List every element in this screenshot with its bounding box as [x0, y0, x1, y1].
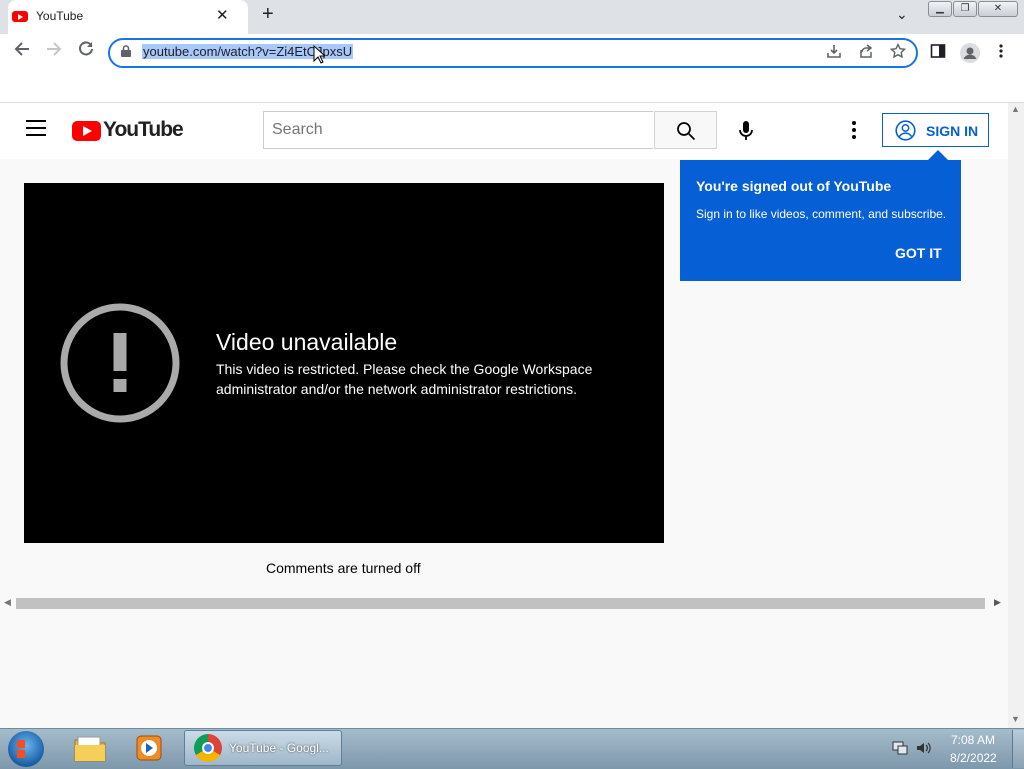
profile-icon[interactable]: [960, 43, 980, 67]
bookmark-bar: [0, 70, 1024, 103]
microphone-icon: [739, 121, 753, 140]
chrome-icon: [194, 734, 222, 762]
got-it-button[interactable]: GOT IT: [895, 245, 942, 261]
close-window-button[interactable]: ✕: [978, 1, 1018, 17]
taskbar-chrome-button[interactable]: YouTube - Googl...: [184, 730, 342, 766]
bookmark-star-icon[interactable]: [889, 42, 907, 63]
menu-dots-icon[interactable]: [998, 43, 1004, 63]
tab-title: YouTube: [36, 9, 84, 23]
comments-status: Comments are turned off: [266, 560, 421, 576]
search-input[interactable]: [270, 112, 644, 148]
tooltip-arrow: [928, 150, 948, 160]
lock-icon[interactable]: [121, 45, 131, 60]
back-icon[interactable]: [13, 40, 31, 63]
youtube-logo-icon[interactable]: [72, 121, 101, 141]
hamburger-menu-icon[interactable]: [26, 120, 46, 141]
youtube-favicon-icon: [12, 11, 28, 22]
account-icon: [895, 120, 916, 141]
scroll-down-icon[interactable]: ▼: [1011, 714, 1020, 724]
search-box[interactable]: [263, 111, 653, 149]
install-icon[interactable]: [826, 43, 842, 63]
scroll-left-icon[interactable]: ◀: [4, 597, 11, 608]
mouse-cursor-icon: [313, 44, 327, 69]
clock-time[interactable]: 7:08 AM: [951, 733, 995, 747]
video-unavailable-title: Video unavailable: [216, 329, 398, 355]
minimize-button[interactable]: ▁: [928, 1, 952, 17]
file-explorer-icon[interactable]: [74, 734, 106, 762]
reload-icon[interactable]: [77, 40, 95, 63]
video-unavailable-message: This video is restricted. Please check t…: [216, 361, 593, 397]
side-panel-icon[interactable]: [930, 43, 946, 63]
sign-in-label: SIGN IN: [926, 123, 979, 139]
tooltip-body: Sign in to like videos, comment, and sub…: [696, 207, 947, 221]
sign-in-button[interactable]: SIGN IN: [882, 113, 989, 147]
voice-search-button[interactable]: [730, 112, 764, 148]
volume-icon[interactable]: [915, 740, 931, 756]
media-player-icon[interactable]: [134, 734, 164, 762]
share-icon[interactable]: [858, 43, 874, 63]
forward-icon[interactable]: [45, 40, 63, 63]
taskbar-chrome-label: YouTube - Googl...: [229, 741, 329, 755]
warning-exclamation-icon: [60, 303, 180, 423]
clock-date[interactable]: 8/2/2022: [950, 751, 997, 765]
vertical-scrollbar[interactable]: [1008, 103, 1024, 728]
network-icon[interactable]: [892, 740, 908, 756]
show-desktop-button[interactable]: [1012, 730, 1024, 768]
tooltip-title: You're signed out of YouTube: [696, 178, 892, 194]
tab-close-icon[interactable]: ✕: [216, 6, 229, 24]
search-button[interactable]: [654, 111, 717, 149]
search-icon: [677, 122, 696, 141]
horizontal-scroll-thumb[interactable]: [16, 598, 985, 609]
new-tab-button[interactable]: +: [262, 3, 274, 26]
youtube-logo-text[interactable]: YouTube: [103, 118, 184, 142]
scroll-right-icon[interactable]: ▶: [994, 597, 1001, 608]
settings-menu-icon[interactable]: [846, 121, 862, 141]
tab-search-icon[interactable]: ⌄: [896, 6, 908, 23]
scroll-up-icon[interactable]: ▲: [1011, 104, 1020, 114]
start-button[interactable]: [8, 731, 44, 767]
restore-button[interactable]: ❐: [953, 1, 977, 17]
